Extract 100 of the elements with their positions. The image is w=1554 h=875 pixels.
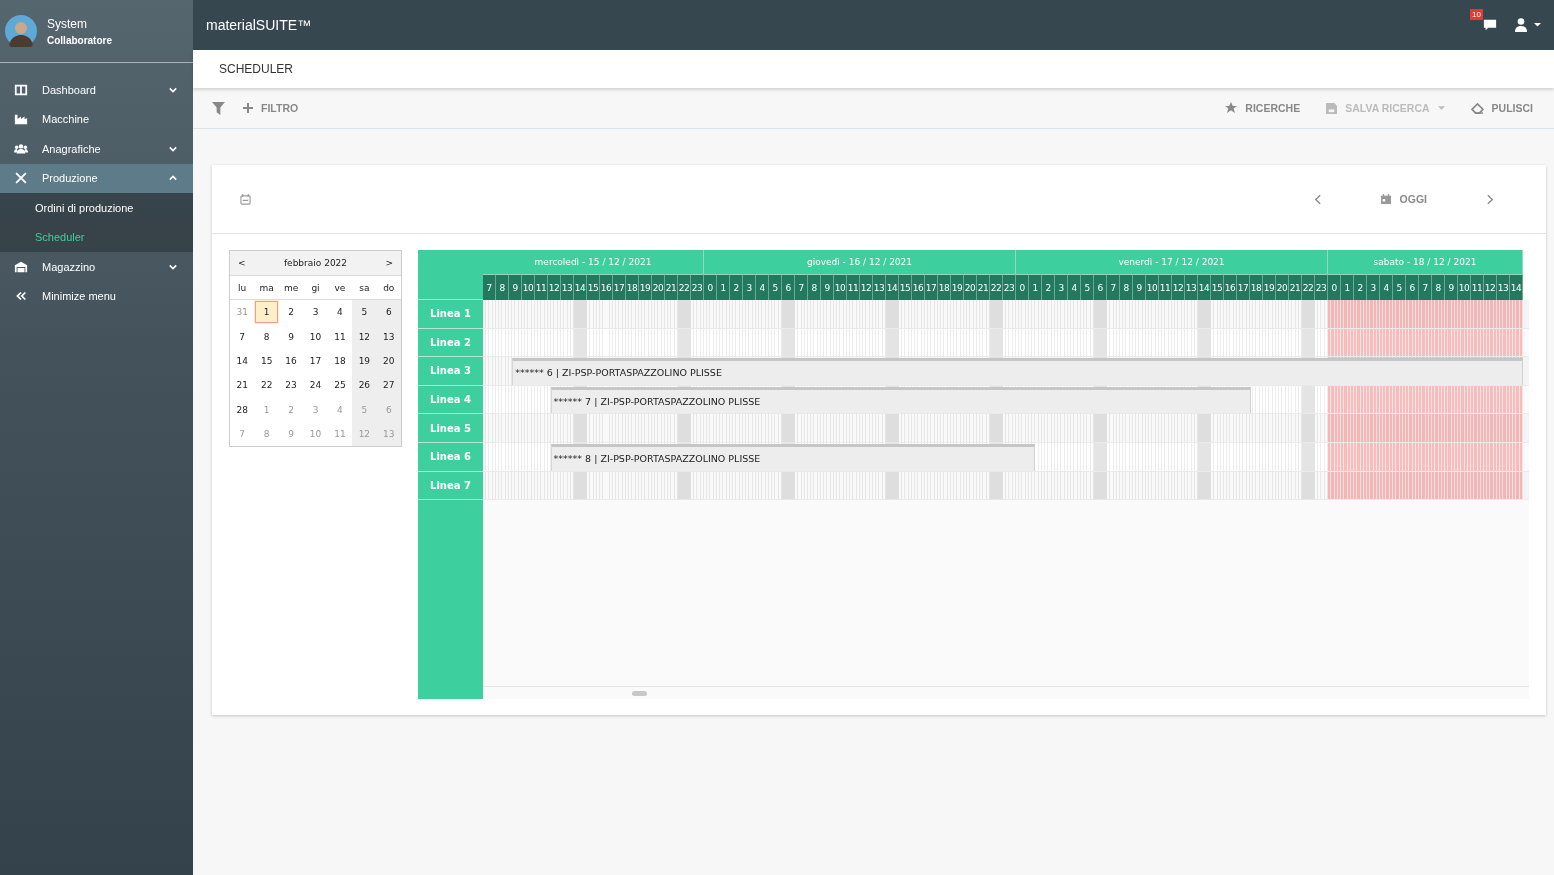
page-title: SCHEDULER [219, 62, 293, 76]
hour-header: 10 [1458, 274, 1471, 300]
hour-header: 12 [548, 274, 561, 300]
sidebar-item[interactable]: Macchine [0, 104, 193, 134]
hour-header: 0 [1016, 274, 1029, 300]
hour-header: 10 [834, 274, 847, 300]
hour-header: 22 [1302, 274, 1315, 300]
previous-month-button[interactable]: < [238, 258, 246, 268]
hour-header: 3 [1055, 274, 1068, 300]
hour-header: 19 [951, 274, 964, 300]
calendar-day[interactable]: 19 [352, 348, 377, 374]
hour-header: 14 [1198, 274, 1211, 300]
hour-header: 18 [626, 274, 639, 300]
calendar-day[interactable]: 13 [376, 324, 401, 349]
calendar-day[interactable]: 1 [254, 300, 279, 325]
users-icon [14, 141, 28, 156]
hour-header: 11 [847, 274, 860, 300]
chat-icon[interactable] [1483, 18, 1497, 32]
hour-header: 7 [483, 274, 496, 300]
calendar-day[interactable]: 23 [278, 373, 304, 398]
weekday-label: me [282, 282, 300, 293]
hour-header: 8 [808, 274, 821, 300]
app-title: materialSUITE™ [206, 17, 312, 33]
submenu-item[interactable]: Ordini di produzione [0, 193, 193, 223]
calendar-day[interactable]: 12 [352, 324, 377, 349]
hour-header: 23 [1315, 274, 1328, 300]
calendar-month: febbraio 2022 [283, 258, 348, 268]
calendar-day[interactable]: 15 [254, 348, 279, 374]
submenu-item[interactable]: Scheduler [0, 222, 193, 252]
calendar-day[interactable]: 18 [327, 348, 353, 374]
hour-header: 12 [1172, 274, 1185, 300]
filter-icon[interactable] [212, 101, 225, 115]
warehouse-icon [14, 259, 28, 274]
scrollbar-thumb[interactable] [632, 690, 647, 696]
avatar [5, 15, 37, 47]
calendar-day[interactable]: 11 [327, 324, 353, 349]
hour-header: 16 [912, 274, 925, 300]
hour-header: 2 [1354, 274, 1367, 300]
dashboard-icon [14, 82, 28, 97]
calendar-day[interactable]: 7 [230, 324, 255, 349]
hour-header: 7 [795, 274, 808, 300]
sidebar-item[interactable]: Dashboard [0, 75, 193, 105]
calendar-day[interactable]: 10 [303, 324, 328, 349]
sidebar-item[interactable]: Anagrafiche [0, 134, 193, 164]
calendar-day[interactable]: 5 [352, 300, 377, 325]
calendar-day[interactable]: 3 [303, 300, 328, 325]
hour-header: 15 [899, 274, 912, 300]
hour-header: 17 [1237, 274, 1250, 300]
calendar-day[interactable]: 24 [303, 373, 328, 398]
next-month-button[interactable]: > [385, 258, 393, 268]
calendar-day[interactable]: 26 [352, 373, 377, 398]
user-role: Collaboratore [47, 34, 112, 46]
hour-header: 0 [1328, 274, 1341, 300]
day-header: mercoledì - 15 / 12 / 2021 [483, 250, 704, 274]
calendar-day[interactable]: 8 [254, 324, 279, 349]
calendar-day[interactable]: 21 [230, 373, 255, 398]
calendar-day[interactable]: 27 [376, 373, 401, 398]
calendar-icon[interactable] [240, 193, 251, 205]
floppy-icon [1326, 102, 1338, 114]
schedule-bar[interactable]: ****** 6 | ZI-PSP-PORTASPAZZOLINO PLISSE [512, 358, 1523, 385]
hour-header: 2 [730, 274, 743, 300]
hour-header: 1 [717, 274, 730, 300]
schedule-bar[interactable]: ****** 7 | ZI-PSP-PORTASPAZZOLINO PLISSE [550, 386, 1252, 414]
calendar-icon [1380, 194, 1391, 204]
hour-header: 11 [1159, 274, 1172, 300]
hour-header: 16 [600, 274, 613, 300]
hour-header: 22 [678, 274, 691, 300]
hour-header: 5 [1081, 274, 1094, 300]
hour-header: 3 [743, 274, 756, 300]
hour-header: 20 [652, 274, 665, 300]
hour-header: 10 [1146, 274, 1159, 300]
today-button[interactable]: OGGI [1374, 192, 1433, 206]
sidebar-item[interactable]: Produzione [0, 163, 193, 193]
hour-header: 17 [613, 274, 626, 300]
notification-badge: 10 [1470, 9, 1483, 20]
hour-header: 12 [860, 274, 873, 300]
calendar-day[interactable]: 14 [230, 348, 255, 374]
hour-header: 13 [1185, 274, 1198, 300]
calendar-day[interactable]: 25 [327, 373, 353, 398]
calendar-day[interactable]: 16 [278, 348, 304, 374]
calendar-day[interactable]: 2 [278, 300, 304, 325]
hour-header: 15 [1211, 274, 1224, 300]
hour-header: 15 [587, 274, 600, 300]
calendar-day[interactable]: 4 [327, 300, 353, 325]
hour-header: 18 [1250, 274, 1263, 300]
calendar-day[interactable]: 28 [230, 397, 255, 422]
hour-header: 9 [1133, 274, 1146, 300]
user-menu-icon[interactable] [1515, 18, 1541, 32]
sidebar-item[interactable]: Magazzino [0, 252, 193, 282]
calendar-day[interactable]: 17 [303, 348, 328, 374]
schedule-bar[interactable]: ****** 8 | ZI-PSP-PORTASPAZZOLINO PLISSE [550, 443, 1036, 471]
hour-header: 19 [1263, 274, 1276, 300]
calendar-day[interactable]: 22 [254, 373, 279, 398]
calendar-day[interactable]: 9 [278, 324, 304, 349]
hour-header: 10 [522, 274, 535, 300]
calendar-day[interactable]: 6 [376, 300, 401, 325]
hour-header: 20 [964, 274, 977, 300]
sidebar-item[interactable]: Minimize menu [0, 281, 193, 311]
hour-header: 20 [1276, 274, 1289, 300]
weekday-label: ve [333, 282, 347, 293]
